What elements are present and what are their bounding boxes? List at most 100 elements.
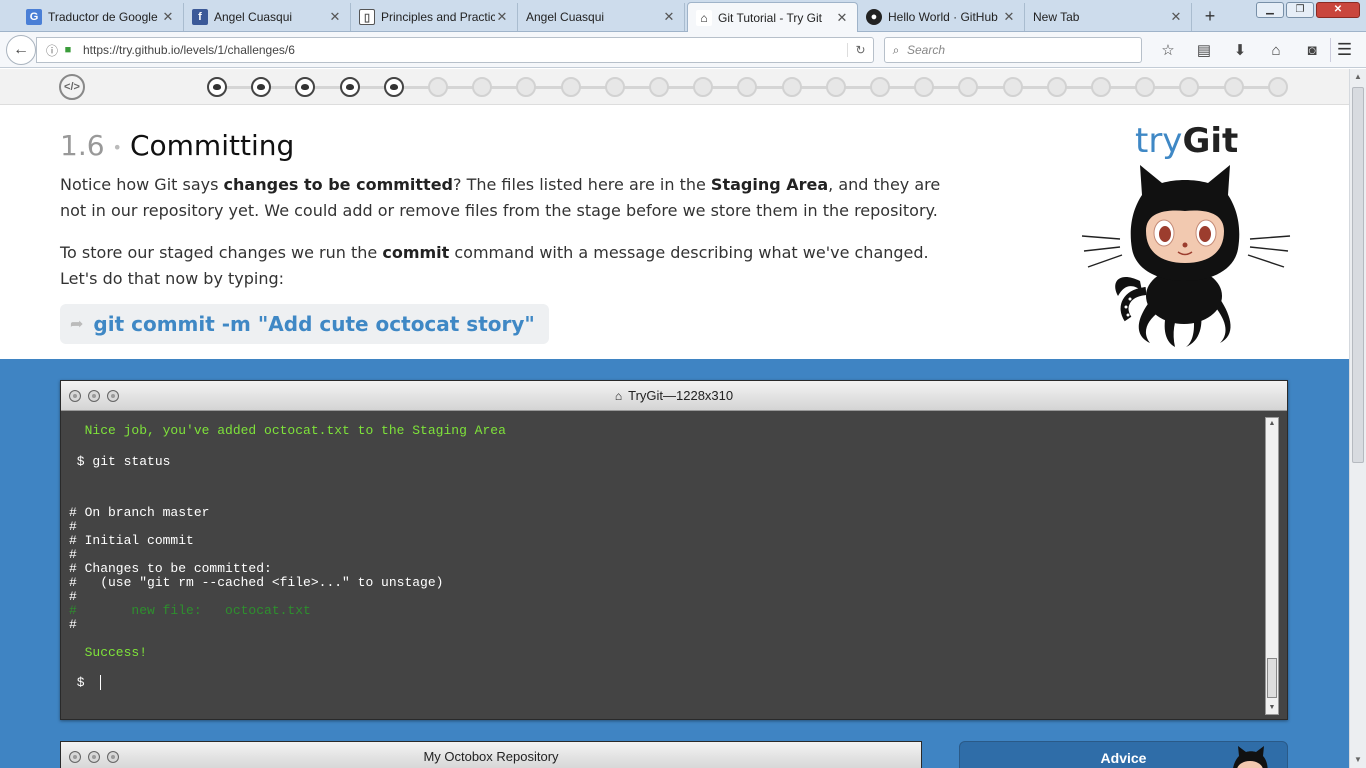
command-suggestion[interactable]: ➦ git commit -m "Add cute octocat story" xyxy=(60,304,549,344)
progress-step[interactable] xyxy=(561,77,581,97)
info-icon[interactable]: ⓘ xyxy=(43,42,61,59)
toolbar-icons: ☆ ▤ ⬇ ⌂ ◙ xyxy=(1150,38,1330,62)
home-icon[interactable]: ⌂ xyxy=(1258,38,1294,62)
close-tab-icon[interactable]: ✕ xyxy=(328,9,342,25)
progress-step[interactable] xyxy=(605,77,625,97)
progress-step[interactable] xyxy=(1091,77,1111,97)
pocket-icon[interactable]: ◙ xyxy=(1294,38,1330,62)
terminal-title: ⌂ TryGit—1228x310 xyxy=(614,388,734,403)
progress-step[interactable] xyxy=(1179,77,1199,97)
octobox-title: My Octobox Repository xyxy=(423,749,559,764)
progress-step[interactable] xyxy=(914,77,934,97)
home-icon: ⌂ xyxy=(614,389,623,403)
progress-step[interactable] xyxy=(1268,77,1288,97)
lesson-heading: 1.6 • Committing xyxy=(60,129,295,162)
advice-panel[interactable]: Advice xyxy=(959,741,1288,768)
close-tab-icon[interactable]: ✕ xyxy=(1169,9,1183,25)
maximize-button[interactable]: ❐ xyxy=(1286,2,1314,18)
close-tab-icon[interactable]: ✕ xyxy=(161,9,175,25)
tab-hello-world[interactable]: ● Hello World · GitHub ✕ xyxy=(858,3,1025,31)
search-icon: ⌕ xyxy=(892,42,900,57)
tab-angel[interactable]: Angel Cuasqui ✕ xyxy=(518,3,685,31)
octocat-mascot xyxy=(1081,165,1291,347)
lesson-paragraph-1: Notice how Git says changes to be commit… xyxy=(60,175,941,220)
progress-step[interactable] xyxy=(737,77,757,97)
scroll-up-icon[interactable]: ▲ xyxy=(1350,69,1366,85)
progress-step[interactable] xyxy=(384,77,404,97)
lesson-text: 1.6 • Committing Notice how Git says chang… xyxy=(60,129,970,292)
tab-facebook[interactable]: f Angel Cuasqui ✕ xyxy=(184,3,351,31)
window-controls: ▁ ❐ ✕ xyxy=(1256,2,1360,18)
progress-step[interactable] xyxy=(693,77,713,97)
progress-step[interactable] xyxy=(826,77,846,97)
menu-icon[interactable]: ☰ xyxy=(1330,38,1358,62)
tab-title: Angel Cuasqui xyxy=(214,10,293,24)
progress-step[interactable] xyxy=(1047,77,1067,97)
scroll-up-icon[interactable]: ▲ xyxy=(1266,418,1278,430)
progress-step[interactable] xyxy=(516,77,536,97)
terminal-prompt[interactable]: $ xyxy=(69,675,102,691)
terminal-line: # Changes to be committed: xyxy=(69,561,272,576)
terminal-scrollbar[interactable]: ▲ ▼ xyxy=(1265,417,1279,715)
close-tab-icon[interactable]: ✕ xyxy=(495,9,509,25)
terminal-window[interactable]: ⌂ TryGit—1228x310 Nice job, you've added … xyxy=(60,380,1288,720)
command-text[interactable]: git commit -m "Add cute octocat story" xyxy=(93,312,534,336)
terminal-line: # (use "git rm --cached <file>..." to un… xyxy=(69,575,444,590)
progress-step[interactable] xyxy=(870,77,890,97)
close-tab-icon[interactable]: ✕ xyxy=(835,10,849,26)
page-scroll-thumb[interactable] xyxy=(1352,87,1364,463)
terminal-line: # xyxy=(69,617,77,632)
new-tab-button[interactable]: + xyxy=(1198,5,1222,27)
tab-git-tutorial[interactable]: ⌂ Git Tutorial - Try Git ✕ xyxy=(687,2,858,32)
progress-step[interactable] xyxy=(207,77,227,97)
tab-google-translate[interactable]: G Traductor de Google ✕ xyxy=(18,3,184,31)
close-tab-icon[interactable]: ✕ xyxy=(662,9,676,25)
page-scrollbar[interactable]: ▲ ▼ xyxy=(1349,69,1366,768)
tab-strip: G Traductor de Google ✕ f Angel Cuasqui … xyxy=(0,0,1366,32)
download-icon[interactable]: ⬇ xyxy=(1222,38,1258,62)
reading-list-icon[interactable]: ▤ xyxy=(1186,38,1222,62)
trygit-nav-icon[interactable]: </> xyxy=(59,74,85,100)
tab-title: Angel Cuasqui xyxy=(526,10,605,24)
progress-step[interactable] xyxy=(340,77,360,97)
terminal-line-success: Success! xyxy=(69,645,148,660)
address-bar[interactable]: ⓘ ■ https://try.github.io/levels/1/chall… xyxy=(36,37,874,63)
scroll-down-icon[interactable]: ▼ xyxy=(1266,702,1278,714)
bookmark-star-icon[interactable]: ☆ xyxy=(1150,38,1186,62)
progress-step[interactable] xyxy=(295,77,315,97)
close-tab-icon[interactable]: ✕ xyxy=(1002,9,1016,25)
progress-step[interactable] xyxy=(782,77,802,97)
progress-step[interactable] xyxy=(428,77,448,97)
progress-step[interactable] xyxy=(1003,77,1023,97)
github-icon: ● xyxy=(866,9,882,25)
facebook-icon: f xyxy=(192,9,208,25)
progress-step[interactable] xyxy=(649,77,669,97)
terminal-titlebar: ⌂ TryGit—1228x310 xyxy=(61,381,1287,411)
scroll-down-icon[interactable]: ▼ xyxy=(1350,752,1366,768)
progress-step[interactable] xyxy=(1135,77,1155,97)
progress-step[interactable] xyxy=(472,77,492,97)
search-input[interactable]: ⌕ Search xyxy=(884,37,1142,63)
minimize-button[interactable]: ▁ xyxy=(1256,2,1284,18)
terminal-line: # xyxy=(69,519,77,534)
tab-title: Hello World · GitHub xyxy=(888,10,998,24)
progress-step[interactable] xyxy=(251,77,271,97)
back-button[interactable]: ← xyxy=(6,35,36,65)
tab-principles[interactable]: ▯ Principles and Practic ✕ xyxy=(351,3,518,31)
progress-step[interactable] xyxy=(1224,77,1244,97)
octocat-icon: ⌂ xyxy=(696,9,712,26)
close-window-button[interactable]: ✕ xyxy=(1316,2,1360,18)
navigation-bar: ← ⓘ ■ https://try.github.io/levels/1/cha… xyxy=(0,32,1366,68)
tab-title: Principles and Practic xyxy=(381,10,495,24)
progress-step[interactable] xyxy=(958,77,978,97)
tab-new-tab[interactable]: New Tab ✕ xyxy=(1025,3,1192,31)
terminal-scroll-thumb[interactable] xyxy=(1267,658,1277,698)
terminal-output[interactable]: Nice job, you've added octocat.txt to th… xyxy=(69,417,1265,713)
octobox-window[interactable]: My Octobox Repository xyxy=(60,741,922,768)
terminal-line-staged: # new file: octocat.txt xyxy=(69,603,311,618)
terminal-line: # Initial commit xyxy=(69,533,194,548)
lesson-paragraph-2: To store our staged changes we run the c… xyxy=(60,243,929,288)
reload-icon[interactable]: ↻ xyxy=(847,43,873,57)
url-text[interactable]: https://try.github.io/levels/1/challenge… xyxy=(83,43,847,57)
page-content: </> 1.6 • Committing Notice how Git says c… xyxy=(0,69,1349,768)
